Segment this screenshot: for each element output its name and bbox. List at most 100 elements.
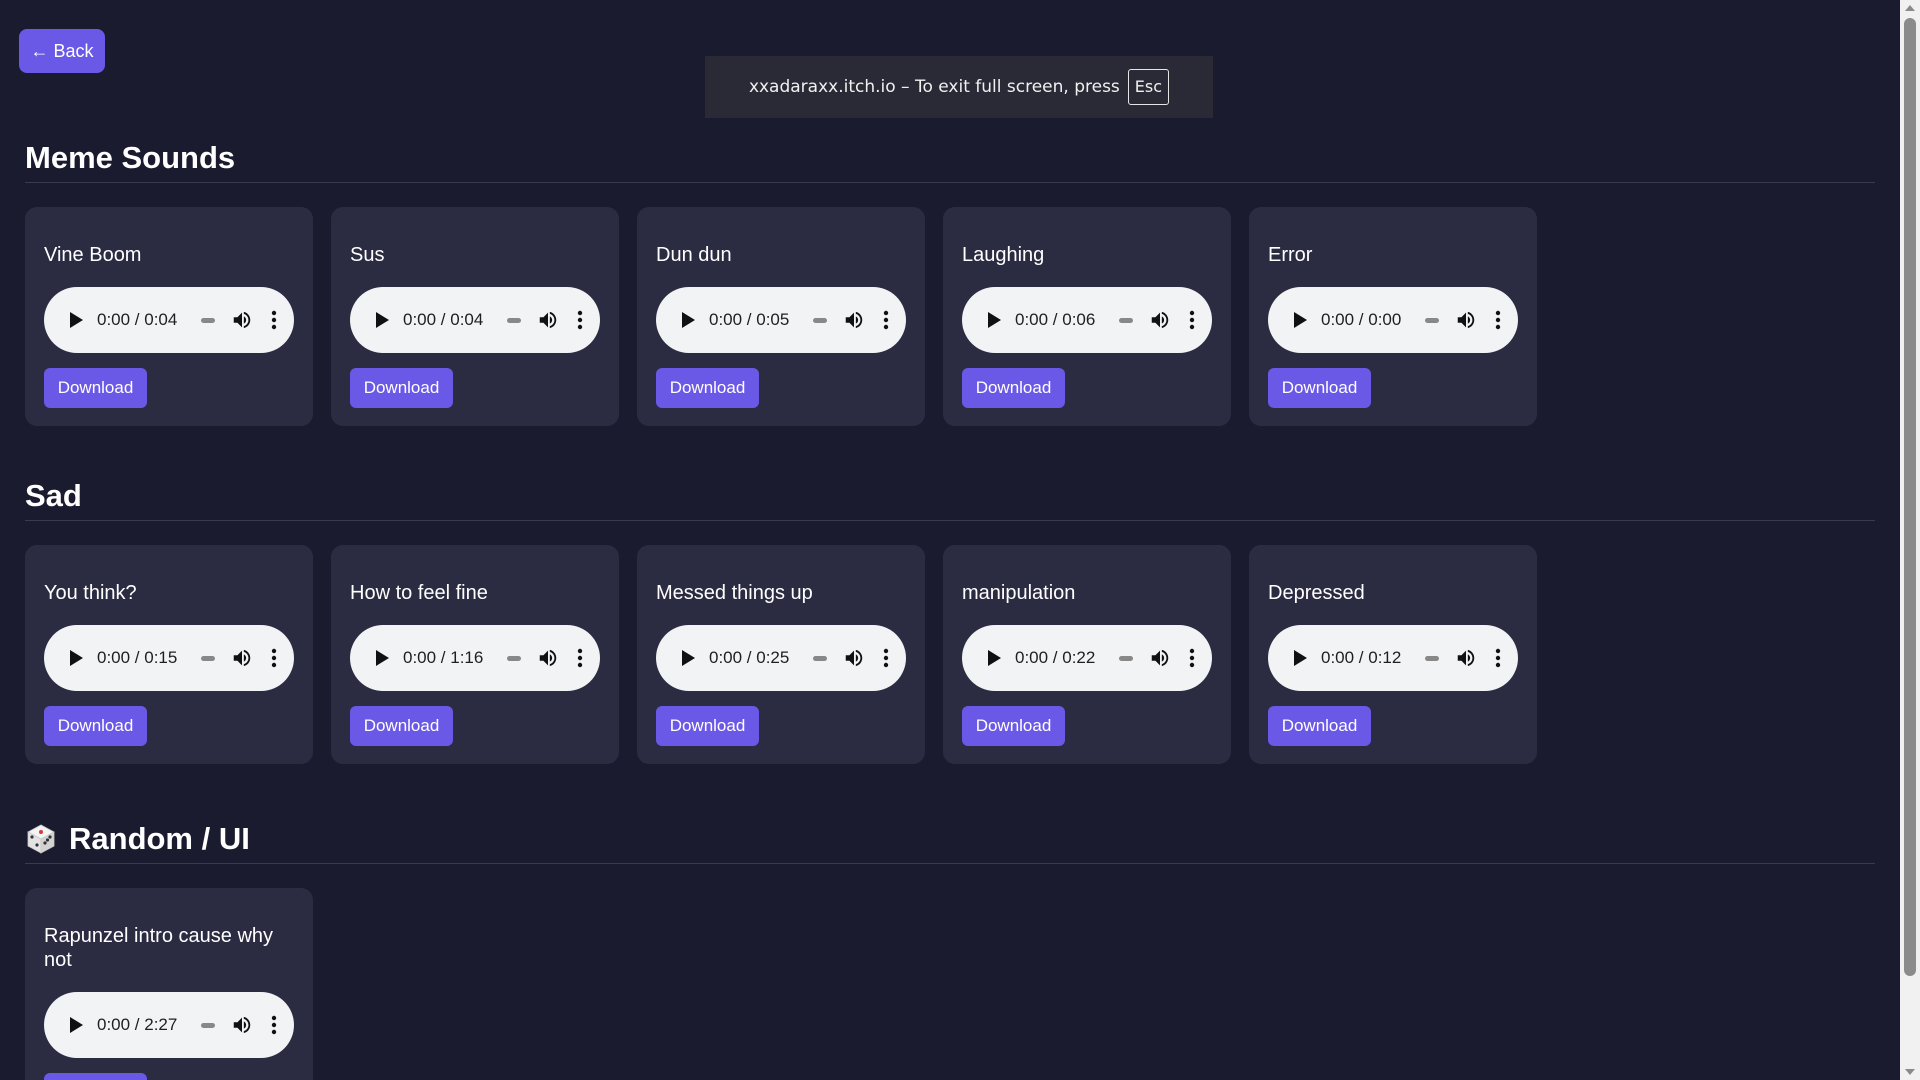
audio-player[interactable]: 0:00 / 0:12: [1268, 625, 1518, 691]
progress-slider[interactable]: [507, 317, 521, 323]
play-icon[interactable]: [682, 312, 695, 328]
progress-slider[interactable]: [1425, 655, 1439, 661]
more-options-icon[interactable]: [1495, 309, 1501, 331]
scroll-up-arrow-icon[interactable]: [1905, 5, 1915, 11]
progress-slider[interactable]: [813, 317, 827, 323]
sound-title: manipulation: [962, 582, 1076, 604]
section-heading-text: Random / UI: [69, 821, 250, 856]
time-display: 0:00 / 0:25: [709, 648, 790, 667]
play-icon[interactable]: [988, 650, 1001, 666]
download-button[interactable]: Download: [350, 368, 453, 408]
more-options-icon[interactable]: [1495, 647, 1501, 669]
more-options-icon[interactable]: [1189, 309, 1195, 331]
progress-slider[interactable]: [201, 317, 215, 323]
progress-slider[interactable]: [201, 1022, 215, 1028]
progress-slider[interactable]: [201, 655, 215, 661]
more-options-icon[interactable]: [1189, 647, 1195, 669]
volume-icon[interactable]: [1149, 309, 1171, 331]
audio-player[interactable]: 0:00 / 0:15: [44, 625, 294, 691]
section-meme-sounds: Meme Sounds Vine Boom 0:00 / 0:04 Download…: [25, 138, 1875, 426]
more-options-icon[interactable]: [271, 1014, 277, 1036]
download-button[interactable]: Download: [656, 368, 759, 408]
volume-icon[interactable]: [1149, 647, 1171, 669]
more-options-icon[interactable]: [577, 309, 583, 331]
scrollbar[interactable]: [1900, 0, 1920, 1080]
play-icon[interactable]: [1294, 650, 1307, 666]
audio-player[interactable]: 0:00 / 0:06: [962, 287, 1212, 353]
section-divider: [25, 182, 1875, 183]
download-button[interactable]: Download: [1268, 368, 1371, 408]
play-icon[interactable]: [70, 1017, 83, 1033]
sound-card: Vine Boom 0:00 / 0:04 Download: [25, 207, 313, 426]
scroll-down-arrow-icon[interactable]: [1905, 1069, 1915, 1075]
more-options-icon[interactable]: [271, 647, 277, 669]
sound-title: Messed things up: [656, 582, 813, 604]
section-random-ui: Random / UI Rapunzel intro cause why not…: [25, 819, 1875, 1080]
download-button[interactable]: Download: [962, 368, 1065, 408]
fullscreen-notice: xxadaraxx.itch.io – To exit full screen,…: [705, 56, 1213, 118]
scroll-thumb[interactable]: [1904, 18, 1916, 976]
progress-slider[interactable]: [507, 655, 521, 661]
download-button[interactable]: Download: [44, 706, 147, 746]
back-button[interactable]: ← Back: [19, 29, 105, 73]
progress-slider[interactable]: [1425, 317, 1439, 323]
volume-icon[interactable]: [1455, 309, 1477, 331]
audio-player[interactable]: 0:00 / 0:04: [350, 287, 600, 353]
progress-slider[interactable]: [1119, 655, 1133, 661]
download-button[interactable]: Download: [44, 1073, 147, 1080]
volume-icon[interactable]: [843, 309, 865, 331]
volume-icon[interactable]: [231, 309, 253, 331]
play-icon[interactable]: [988, 312, 1001, 328]
download-button[interactable]: Download: [656, 706, 759, 746]
audio-player[interactable]: 0:00 / 0:04: [44, 287, 294, 353]
volume-icon[interactable]: [231, 1014, 253, 1036]
time-display: 0:00 / 0:04: [403, 310, 484, 329]
section-divider: [25, 863, 1875, 864]
section-heading-text: Sad: [25, 478, 82, 513]
volume-icon[interactable]: [537, 309, 559, 331]
volume-icon[interactable]: [1455, 647, 1477, 669]
sound-card-list: Rapunzel intro cause why not 0:00 / 2:27 D…: [25, 888, 1875, 1080]
play-icon[interactable]: [1294, 312, 1307, 328]
esc-key: Esc: [1127, 69, 1170, 105]
volume-icon[interactable]: [843, 647, 865, 669]
sound-card: Messed things up 0:00 / 0:25 Download: [637, 545, 925, 764]
play-icon[interactable]: [376, 312, 389, 328]
download-button[interactable]: Download: [1268, 706, 1371, 746]
sound-title: You think?: [44, 582, 137, 604]
volume-icon[interactable]: [537, 647, 559, 669]
progress-slider[interactable]: [1119, 317, 1133, 323]
progress-slider[interactable]: [813, 655, 827, 661]
sound-card: How to feel fine 0:00 / 1:16 Download: [331, 545, 619, 764]
more-options-icon[interactable]: [883, 647, 889, 669]
audio-player[interactable]: 0:00 / 0:05: [656, 287, 906, 353]
play-icon[interactable]: [682, 650, 695, 666]
audio-player[interactable]: 0:00 / 2:27: [44, 992, 294, 1058]
sound-card: You think? 0:00 / 0:15 Download: [25, 545, 313, 764]
more-options-icon[interactable]: [271, 309, 277, 331]
more-options-icon[interactable]: [577, 647, 583, 669]
sound-title: How to feel fine: [350, 582, 488, 604]
time-display: 0:00 / 0:06: [1015, 310, 1096, 329]
play-icon[interactable]: [70, 650, 83, 666]
download-button[interactable]: Download: [44, 368, 147, 408]
play-icon[interactable]: [70, 312, 83, 328]
download-button[interactable]: Download: [962, 706, 1065, 746]
more-options-icon[interactable]: [883, 309, 889, 331]
time-display: 0:00 / 0:00: [1321, 310, 1402, 329]
page: ← Back xxadaraxx.itch.io – To exit full …: [0, 0, 1900, 1080]
sound-card: Sus 0:00 / 0:04 Download: [331, 207, 619, 426]
sound-title: Laughing: [962, 244, 1045, 266]
sound-card-list: You think? 0:00 / 0:15 Download How to fee…: [25, 545, 1875, 764]
download-button[interactable]: Download: [350, 706, 453, 746]
sound-card: Rapunzel intro cause why not 0:00 / 2:27 D…: [25, 888, 313, 1080]
audio-player[interactable]: 0:00 / 1:16: [350, 625, 600, 691]
volume-icon[interactable]: [231, 647, 253, 669]
audio-player[interactable]: 0:00 / 0:25: [656, 625, 906, 691]
sound-title: Vine Boom: [44, 244, 142, 266]
sound-card: Depressed 0:00 / 0:12 Download: [1249, 545, 1537, 764]
audio-player[interactable]: 0:00 / 0:00: [1268, 287, 1518, 353]
audio-player[interactable]: 0:00 / 0:22: [962, 625, 1212, 691]
sound-title: Dun dun: [656, 244, 732, 266]
play-icon[interactable]: [376, 650, 389, 666]
